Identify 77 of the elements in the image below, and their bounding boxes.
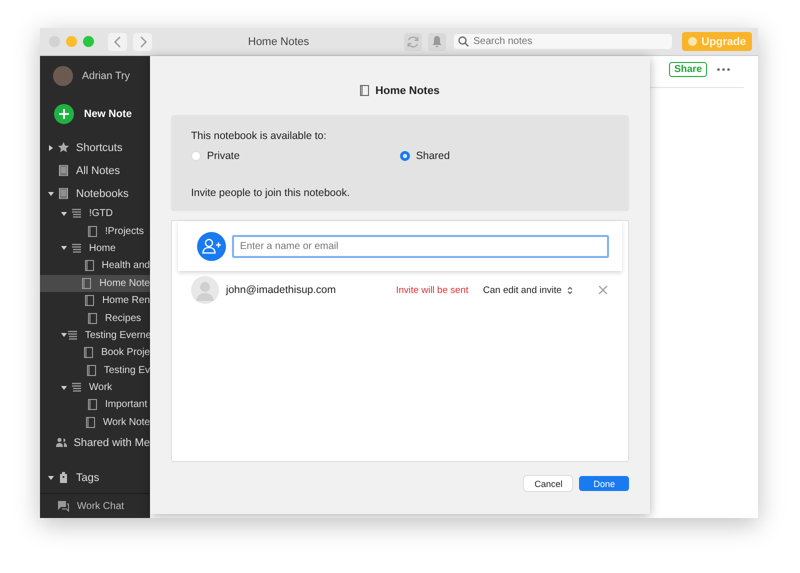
chevron-left-icon bbox=[114, 36, 122, 48]
stack-icon bbox=[71, 208, 82, 220]
tag-icon bbox=[58, 472, 69, 484]
notebook-icon bbox=[360, 85, 370, 96]
sidebar-item[interactable]: !Projects bbox=[40, 222, 150, 240]
member-email: john@imadethisup.com bbox=[226, 284, 337, 296]
avatar-circle bbox=[53, 66, 73, 86]
notebook-icon bbox=[87, 312, 98, 324]
invite-input-field[interactable]: Enter a name or email bbox=[232, 234, 609, 258]
notebook-icon bbox=[84, 260, 95, 272]
caret-down-icon bbox=[61, 245, 67, 252]
invite-label: Invite people to join this notebook. bbox=[191, 187, 351, 199]
chevron-right-icon bbox=[138, 36, 146, 48]
notebook-icon bbox=[83, 347, 94, 358]
people-icon bbox=[56, 437, 67, 448]
sidebar-item[interactable]: Testing Ev bbox=[40, 362, 150, 379]
done-button[interactable]: Done bbox=[579, 476, 629, 491]
minimize-button[interactable] bbox=[66, 36, 77, 47]
stack-icon bbox=[71, 382, 82, 394]
notebook-icon bbox=[81, 278, 92, 289]
invite-status: Invite will be sent bbox=[396, 284, 470, 296]
sidebar-item[interactable]: Work bbox=[40, 378, 150, 396]
new-note-button[interactable]: New Note bbox=[54, 104, 132, 124]
more-icon[interactable] bbox=[717, 68, 730, 71]
sidebar-item[interactable]: Work Note bbox=[40, 414, 150, 432]
bell-button[interactable] bbox=[428, 32, 446, 50]
sidebar-item[interactable]: Home Note bbox=[40, 274, 150, 292]
back-button[interactable] bbox=[108, 32, 127, 50]
zoom-button[interactable] bbox=[83, 36, 94, 47]
sidebar-item[interactable]: Tags bbox=[40, 466, 150, 490]
up-down-chevron-icon bbox=[566, 286, 573, 294]
sidebar-item[interactable]: Home bbox=[40, 240, 150, 258]
star-icon bbox=[58, 142, 69, 153]
sidebar-item[interactable]: Notebooks bbox=[40, 182, 150, 205]
caret-down-icon bbox=[61, 332, 67, 338]
sidebar-item[interactable]: Shortcuts bbox=[40, 136, 150, 159]
sidebar-item[interactable]: Home Ren bbox=[40, 292, 150, 310]
sidebar-item[interactable]: Health and bbox=[40, 257, 150, 275]
sidebar-item[interactable]: Book Proje bbox=[40, 344, 150, 362]
caret-down-icon bbox=[61, 384, 67, 391]
notebook-icon bbox=[87, 399, 98, 410]
cancel-button[interactable]: Cancel bbox=[524, 476, 572, 491]
sidebar-item[interactable]: Shared with Me bbox=[40, 431, 150, 454]
notebooks-icon bbox=[58, 188, 69, 199]
person-avatar-icon bbox=[191, 276, 219, 304]
caret-down-icon bbox=[48, 474, 54, 481]
caret-right-icon bbox=[48, 144, 54, 150]
caret-down-icon bbox=[61, 210, 67, 217]
availability-label: This notebook is available to: bbox=[191, 130, 328, 142]
caret-down-icon bbox=[48, 190, 54, 196]
sidebar-item[interactable]: All Notes bbox=[40, 159, 150, 182]
notebook-icon bbox=[86, 364, 97, 376]
radio-option[interactable]: Shared bbox=[400, 150, 609, 162]
sidebar-item[interactable]: !GTD bbox=[40, 205, 150, 222]
bell-icon bbox=[431, 35, 444, 48]
sync-button[interactable] bbox=[404, 32, 422, 50]
user-name[interactable]: Adrian Try bbox=[82, 70, 130, 82]
permission-select[interactable]: Can edit and invite bbox=[483, 284, 573, 296]
notebook-icon bbox=[84, 295, 96, 306]
dialog-title: Home Notes bbox=[375, 84, 440, 96]
notes-icon bbox=[58, 165, 69, 176]
sync-icon bbox=[406, 34, 420, 48]
search-field[interactable]: Search notes bbox=[454, 34, 672, 49]
chat-icon bbox=[57, 500, 69, 512]
notebook-icon bbox=[87, 226, 98, 237]
window-title: Home Notes bbox=[248, 36, 310, 48]
sidebar-item[interactable]: Testing Everne bbox=[40, 326, 150, 344]
stack-icon bbox=[67, 330, 78, 341]
plus-icon bbox=[54, 104, 74, 124]
radio-option[interactable]: Private bbox=[191, 150, 400, 162]
sidebar-item[interactable]: Important bbox=[40, 396, 150, 414]
add-person-icon[interactable] bbox=[197, 232, 226, 260]
forward-button[interactable] bbox=[133, 32, 152, 50]
sidebar-item[interactable]: Recipes bbox=[40, 309, 150, 327]
notebook-icon bbox=[84, 416, 96, 428]
close-icon[interactable] bbox=[598, 285, 608, 295]
stack-icon bbox=[71, 242, 82, 254]
